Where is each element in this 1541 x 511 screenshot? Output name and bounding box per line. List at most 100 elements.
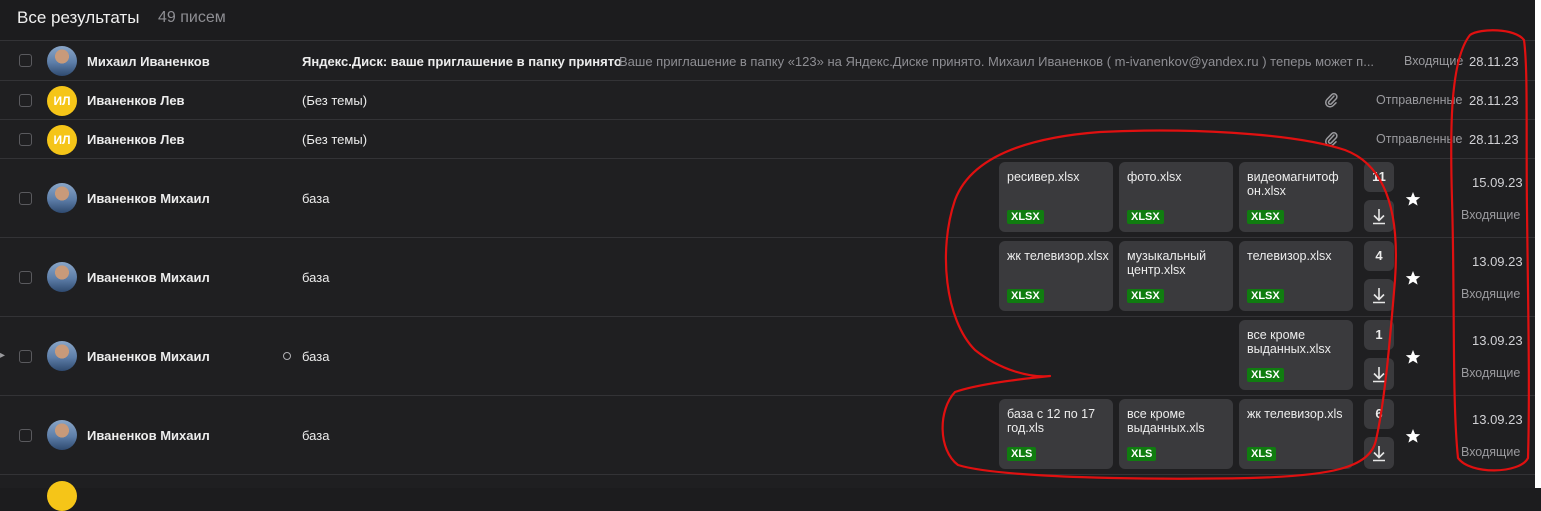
sender-name: Иваненков Михаил bbox=[87, 270, 210, 285]
star-icon[interactable] bbox=[1405, 428, 1421, 444]
message-subject: (Без темы) bbox=[302, 132, 368, 147]
sender-name: Михаил Иваненков bbox=[87, 54, 210, 69]
download-icon bbox=[1373, 367, 1385, 383]
message-subject: база bbox=[302, 428, 330, 443]
checkbox-icon[interactable] bbox=[19, 429, 32, 442]
download-icon bbox=[1373, 446, 1385, 462]
checkbox-icon[interactable] bbox=[19, 133, 32, 146]
attachment-count[interactable]: 6 bbox=[1364, 399, 1394, 429]
message-row[interactable]: Михаил Иваненков Яндекс.Диск: ваше пригл… bbox=[0, 40, 1535, 80]
sender-name: Иваненков Михаил bbox=[87, 349, 210, 364]
search-results-header: Все результаты 49 писем bbox=[0, 0, 1535, 40]
sender-name: Иваненков Лев bbox=[87, 132, 185, 147]
avatar: ИЛ bbox=[47, 86, 77, 116]
message-subject: (Без темы) bbox=[302, 93, 368, 108]
message-row[interactable]: ▸ Иваненков Михаил база все кроме выданн… bbox=[0, 316, 1535, 395]
attachment-name: телевизор.xlsx bbox=[1247, 249, 1332, 263]
message-subject: Яндекс.Диск: ваше приглашение в папку пр… bbox=[302, 54, 622, 69]
attachment-card[interactable]: музыкальный центр.xlsx XLSX bbox=[1119, 241, 1233, 311]
avatar: ИЛ bbox=[47, 125, 77, 155]
folder-label: Входящие bbox=[1461, 445, 1521, 459]
checkbox-icon[interactable] bbox=[19, 350, 32, 363]
file-type-badge: XLS bbox=[1007, 447, 1037, 461]
attachment-card[interactable]: жк телевизор.xls XLS bbox=[1239, 399, 1353, 469]
sender-name: Иваненков Лев bbox=[87, 93, 185, 108]
attachment-name: база с 12 по 17 год.xls bbox=[1007, 407, 1096, 435]
avatar bbox=[47, 183, 77, 213]
message-snippet: Ваше приглашение в папку «123» на Яндекс… bbox=[619, 54, 1373, 69]
folder-label: Входящие bbox=[1404, 54, 1464, 68]
file-type-badge: XLSX bbox=[1247, 289, 1284, 303]
star-icon[interactable] bbox=[1405, 270, 1421, 286]
attachment-name: жк телевизор.xls bbox=[1247, 407, 1343, 421]
file-type-badge: XLSX bbox=[1127, 289, 1164, 303]
message-subject: база bbox=[302, 191, 330, 206]
attachment-name: видеомагнитоф он.xlsx bbox=[1247, 170, 1339, 198]
message-subject: база bbox=[302, 349, 330, 364]
attachment-name: фото.xlsx bbox=[1127, 170, 1182, 184]
file-type-badge: XLS bbox=[1127, 447, 1157, 461]
attachment-count[interactable]: 1 bbox=[1364, 320, 1394, 350]
attachment-name: ресивер.xlsx bbox=[1007, 170, 1080, 184]
message-date: 28.11.23 bbox=[1469, 132, 1519, 147]
message-row[interactable]: ИЛ Иваненков Лев (Без темы) Отправленные… bbox=[0, 119, 1535, 158]
message-row[interactable]: ИЛ Иваненков Лев (Без темы) Отправленные… bbox=[0, 80, 1535, 119]
avatar bbox=[47, 341, 77, 371]
attachment-card[interactable]: ресивер.xlsx XLSX bbox=[999, 162, 1113, 232]
window-edge bbox=[1535, 0, 1541, 488]
flag-icon[interactable]: ▸ bbox=[0, 351, 8, 361]
folder-label: Входящие bbox=[1461, 287, 1521, 301]
attachment-name: все кроме выданных.xlsx bbox=[1247, 328, 1331, 356]
attachment-count[interactable]: 11 bbox=[1364, 162, 1394, 192]
file-type-badge: XLSX bbox=[1247, 210, 1284, 224]
download-all-button[interactable] bbox=[1364, 358, 1394, 390]
download-all-button[interactable] bbox=[1364, 279, 1394, 311]
avatar bbox=[47, 46, 77, 76]
sender-name: Иваненков Михаил bbox=[87, 191, 210, 206]
folder-label: Отправленные bbox=[1376, 132, 1463, 146]
download-icon bbox=[1373, 288, 1385, 304]
checkbox-icon[interactable] bbox=[19, 192, 32, 205]
attachment-name: жк телевизор.xlsx bbox=[1007, 249, 1109, 263]
attachment-card[interactable]: все кроме выданных.xlsx XLSX bbox=[1239, 320, 1353, 390]
attachment-card[interactable]: база с 12 по 17 год.xls XLS bbox=[999, 399, 1113, 469]
star-icon[interactable] bbox=[1405, 349, 1421, 365]
file-type-badge: XLSX bbox=[1007, 289, 1044, 303]
message-row[interactable]: Иваненков Михаил база ресивер.xlsx XLSX … bbox=[0, 158, 1535, 237]
folder-label: Отправленные bbox=[1376, 93, 1463, 107]
attachment-card[interactable]: видеомагнитоф он.xlsx XLSX bbox=[1239, 162, 1353, 232]
file-type-badge: XLSX bbox=[1127, 210, 1164, 224]
file-type-badge: XLS bbox=[1247, 447, 1277, 461]
message-date: 15.09.23 bbox=[1472, 175, 1523, 190]
checkbox-icon[interactable] bbox=[19, 94, 32, 107]
results-count: 49 писем bbox=[158, 9, 226, 26]
star-icon[interactable] bbox=[1405, 191, 1421, 207]
page-title: Все результаты bbox=[17, 8, 140, 27]
paperclip-icon bbox=[1325, 93, 1338, 108]
attachment-card[interactable]: жк телевизор.xlsx XLSX bbox=[999, 241, 1113, 311]
checkbox-icon[interactable] bbox=[19, 271, 32, 284]
attachment-card[interactable]: все кроме выданных.xls XLS bbox=[1119, 399, 1233, 469]
download-all-button[interactable] bbox=[1364, 200, 1394, 232]
unread-dot-icon[interactable] bbox=[283, 352, 291, 360]
sender-name: Иваненков Михаил bbox=[87, 428, 210, 443]
checkbox-icon[interactable] bbox=[19, 54, 32, 67]
message-subject: база bbox=[302, 270, 330, 285]
download-icon bbox=[1373, 209, 1385, 225]
message-date: 13.09.23 bbox=[1472, 333, 1523, 348]
paperclip-icon bbox=[1325, 132, 1338, 147]
message-date: 13.09.23 bbox=[1472, 412, 1523, 427]
message-date: 28.11.23 bbox=[1469, 93, 1519, 108]
message-row[interactable]: Иваненков Михаил база жк телевизор.xlsx … bbox=[0, 237, 1535, 316]
folder-label: Входящие bbox=[1461, 208, 1521, 222]
avatar bbox=[47, 420, 77, 450]
download-all-button[interactable] bbox=[1364, 437, 1394, 469]
attachment-card[interactable]: фото.xlsx XLSX bbox=[1119, 162, 1233, 232]
attachment-card[interactable]: телевизор.xlsx XLSX bbox=[1239, 241, 1353, 311]
message-date: 13.09.23 bbox=[1472, 254, 1523, 269]
message-row[interactable] bbox=[0, 474, 1535, 511]
message-row[interactable]: Иваненков Михаил база база с 12 по 17 го… bbox=[0, 395, 1535, 474]
attachment-count[interactable]: 4 bbox=[1364, 241, 1394, 271]
file-type-badge: XLSX bbox=[1247, 368, 1284, 382]
file-type-badge: XLSX bbox=[1007, 210, 1044, 224]
